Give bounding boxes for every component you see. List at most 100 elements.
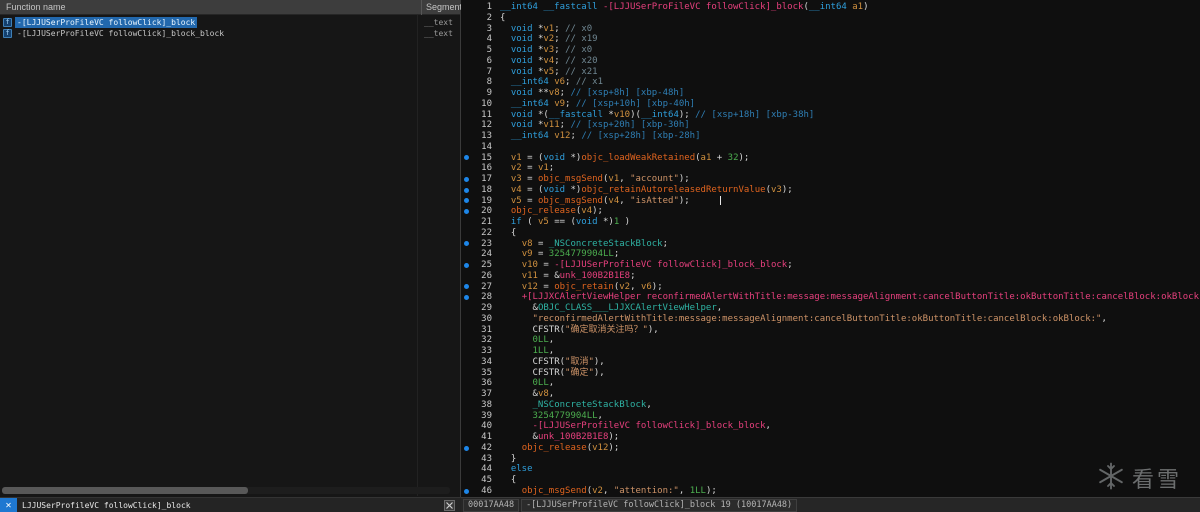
- breakpoint-gutter[interactable]: [461, 325, 474, 336]
- code-line[interactable]: 9 void **v8; // [xsp+8h] [xbp-48h]: [461, 88, 1200, 99]
- breakpoint-dot[interactable]: [461, 174, 474, 185]
- breakpoint-gutter[interactable]: [461, 378, 474, 389]
- breakpoint-dot[interactable]: [461, 486, 474, 497]
- breakpoint-dot[interactable]: [461, 292, 474, 303]
- code-line[interactable]: 42 objc_release(v12);: [461, 443, 1200, 454]
- breakpoint-gutter[interactable]: [461, 131, 474, 142]
- breakpoint-gutter[interactable]: [461, 475, 474, 486]
- code-line[interactable]: 44 else: [461, 464, 1200, 475]
- code-line[interactable]: 39 3254779904LL,: [461, 411, 1200, 422]
- breakpoint-dot[interactable]: [461, 239, 474, 250]
- breakpoint-gutter[interactable]: [461, 271, 474, 282]
- breakpoint-dot[interactable]: [461, 282, 474, 293]
- breakpoint-gutter[interactable]: [461, 335, 474, 346]
- code-line[interactable]: 12 void *v11; // [xsp+20h] [xbp-30h]: [461, 120, 1200, 131]
- breakpoint-dot[interactable]: [461, 443, 474, 454]
- code-line[interactable]: 15 v1 = (void *)objc_loadWeakRetained(a1…: [461, 153, 1200, 164]
- code-line[interactable]: 3 void *v1; // x0: [461, 24, 1200, 35]
- code-line[interactable]: 29 &OBJC_CLASS___LJJXCAlertViewHelper,: [461, 303, 1200, 314]
- code-line[interactable]: 1 __int64 __fastcall -[LJJUSerProFileVC f…: [461, 2, 1200, 13]
- code-line[interactable]: 26 v11 = &unk_100B2B1E8;: [461, 271, 1200, 282]
- code-line[interactable]: 2{: [461, 13, 1200, 24]
- breakpoint-gutter[interactable]: [461, 120, 474, 131]
- code-line[interactable]: 35 CFSTR("确定"),: [461, 368, 1200, 379]
- code-line[interactable]: 25 v10 = -[LJJUSerProfileVC followClick]…: [461, 260, 1200, 271]
- code-line[interactable]: 7 void *v5; // x21: [461, 67, 1200, 78]
- breakpoint-gutter[interactable]: [461, 389, 474, 400]
- breakpoint-dot[interactable]: [461, 153, 474, 164]
- breakpoint-gutter[interactable]: [461, 368, 474, 379]
- breakpoint-gutter[interactable]: [461, 77, 474, 88]
- breakpoint-gutter[interactable]: [461, 432, 474, 443]
- breakpoint-gutter[interactable]: [461, 217, 474, 228]
- code-line[interactable]: 4 void *v2; // x19: [461, 34, 1200, 45]
- column-header-function-name[interactable]: Function name: [0, 2, 66, 12]
- code-line[interactable]: 10 __int64 v9; // [xsp+10h] [xbp-40h]: [461, 99, 1200, 110]
- code-line[interactable]: 32 0LL,: [461, 335, 1200, 346]
- breakpoint-gutter[interactable]: [461, 421, 474, 432]
- pseudocode-view[interactable]: 1 __int64 __fastcall -[LJJUSerProFileVC f…: [461, 0, 1200, 497]
- breakpoint-gutter[interactable]: [461, 228, 474, 239]
- code-line[interactable]: 5 void *v3; // x0: [461, 45, 1200, 56]
- breakpoint-gutter[interactable]: [461, 56, 474, 67]
- code-line[interactable]: 14: [461, 142, 1200, 153]
- breakpoint-dot[interactable]: [461, 196, 474, 207]
- breakpoint-gutter[interactable]: [461, 346, 474, 357]
- code-line[interactable]: 38 _NSConcreteStackBlock,: [461, 400, 1200, 411]
- column-header-segment[interactable]: Segment: [421, 0, 462, 15]
- breakpoint-gutter[interactable]: [461, 454, 474, 465]
- breakpoint-gutter[interactable]: [461, 2, 474, 13]
- scrollbar-thumb[interactable]: [2, 487, 249, 494]
- code-line[interactable]: 13 __int64 v12; // [xsp+28h] [xbp-28h]: [461, 131, 1200, 142]
- function-list-item[interactable]: f -[LJJUSerProFileVC followClick]_block_b…: [0, 28, 460, 39]
- code-line[interactable]: 34 CFSTR("取消"),: [461, 357, 1200, 368]
- code-line[interactable]: 27 v12 = objc_retain(v2, v6);: [461, 282, 1200, 293]
- breakpoint-gutter[interactable]: [461, 34, 474, 45]
- breakpoint-dot[interactable]: [461, 260, 474, 271]
- breakpoint-gutter[interactable]: [461, 314, 474, 325]
- breakpoint-gutter[interactable]: [461, 67, 474, 78]
- breakpoint-gutter[interactable]: [461, 411, 474, 422]
- breakpoint-gutter[interactable]: [461, 303, 474, 314]
- code-line[interactable]: 30 "reconfirmedAlertWithTitle:message:me…: [461, 314, 1200, 325]
- code-line[interactable]: 28 +[LJJXCAlertViewHelper reconfirmedAle…: [461, 292, 1200, 303]
- code-line[interactable]: 41 &unk_100B2B1E8);: [461, 432, 1200, 443]
- breakpoint-gutter[interactable]: [461, 400, 474, 411]
- code-line[interactable]: 19 v5 = objc_msgSend(v4, "isAtted");: [461, 195, 1200, 207]
- code-line[interactable]: 6 void *v4; // x20: [461, 56, 1200, 67]
- code-line[interactable]: 23 v8 = _NSConcreteStackBlock;: [461, 239, 1200, 250]
- code-line[interactable]: 40 -[LJJUSerProfileVC followClick]_block…: [461, 421, 1200, 432]
- code-line[interactable]: 45 {: [461, 475, 1200, 486]
- code-line[interactable]: 16 v2 = v1;: [461, 163, 1200, 174]
- breakpoint-gutter[interactable]: [461, 163, 474, 174]
- breakpoint-gutter[interactable]: [461, 24, 474, 35]
- breakpoint-gutter[interactable]: [461, 357, 474, 368]
- code-line[interactable]: 22 {: [461, 228, 1200, 239]
- code-line[interactable]: 36 0LL,: [461, 378, 1200, 389]
- breakpoint-gutter[interactable]: [461, 88, 474, 99]
- breakpoint-gutter[interactable]: [461, 464, 474, 475]
- breakpoint-gutter[interactable]: [461, 249, 474, 260]
- code-line[interactable]: 21 if ( v5 == (void *)1 ): [461, 217, 1200, 228]
- code-line[interactable]: 46 objc_msgSend(v2, "attention:", 1LL);: [461, 486, 1200, 497]
- code-line[interactable]: 11 void *(__fastcall *v10)(__int64); // …: [461, 110, 1200, 121]
- horizontal-scrollbar[interactable]: [2, 487, 450, 494]
- code-line[interactable]: 33 1LL,: [461, 346, 1200, 357]
- breakpoint-gutter[interactable]: [461, 110, 474, 121]
- breakpoint-gutter[interactable]: [461, 13, 474, 24]
- breakpoint-dot[interactable]: [461, 185, 474, 196]
- code-line[interactable]: 43 }: [461, 454, 1200, 465]
- code-line[interactable]: 37 &v8,: [461, 389, 1200, 400]
- code-line[interactable]: 17 v3 = objc_msgSend(v1, "account");: [461, 174, 1200, 185]
- code-line[interactable]: 8 __int64 v6; // x1: [461, 77, 1200, 88]
- code-line[interactable]: 20 objc_release(v4);: [461, 206, 1200, 217]
- code-line[interactable]: 24 v9 = 3254779904LL;: [461, 249, 1200, 260]
- breakpoint-dot[interactable]: [461, 206, 474, 217]
- breakpoint-gutter[interactable]: [461, 99, 474, 110]
- breakpoint-gutter[interactable]: [461, 45, 474, 56]
- code-line[interactable]: 18 v4 = (void *)objc_retainAutoreleasedR…: [461, 185, 1200, 196]
- filter-input[interactable]: LJJUSerProfileVC followClick]_block: [17, 501, 444, 510]
- breakpoint-gutter[interactable]: [461, 142, 474, 153]
- code-line[interactable]: 31 CFSTR("确定取消关注吗？"),: [461, 325, 1200, 336]
- filter-close-button[interactable]: ✕: [0, 497, 17, 512]
